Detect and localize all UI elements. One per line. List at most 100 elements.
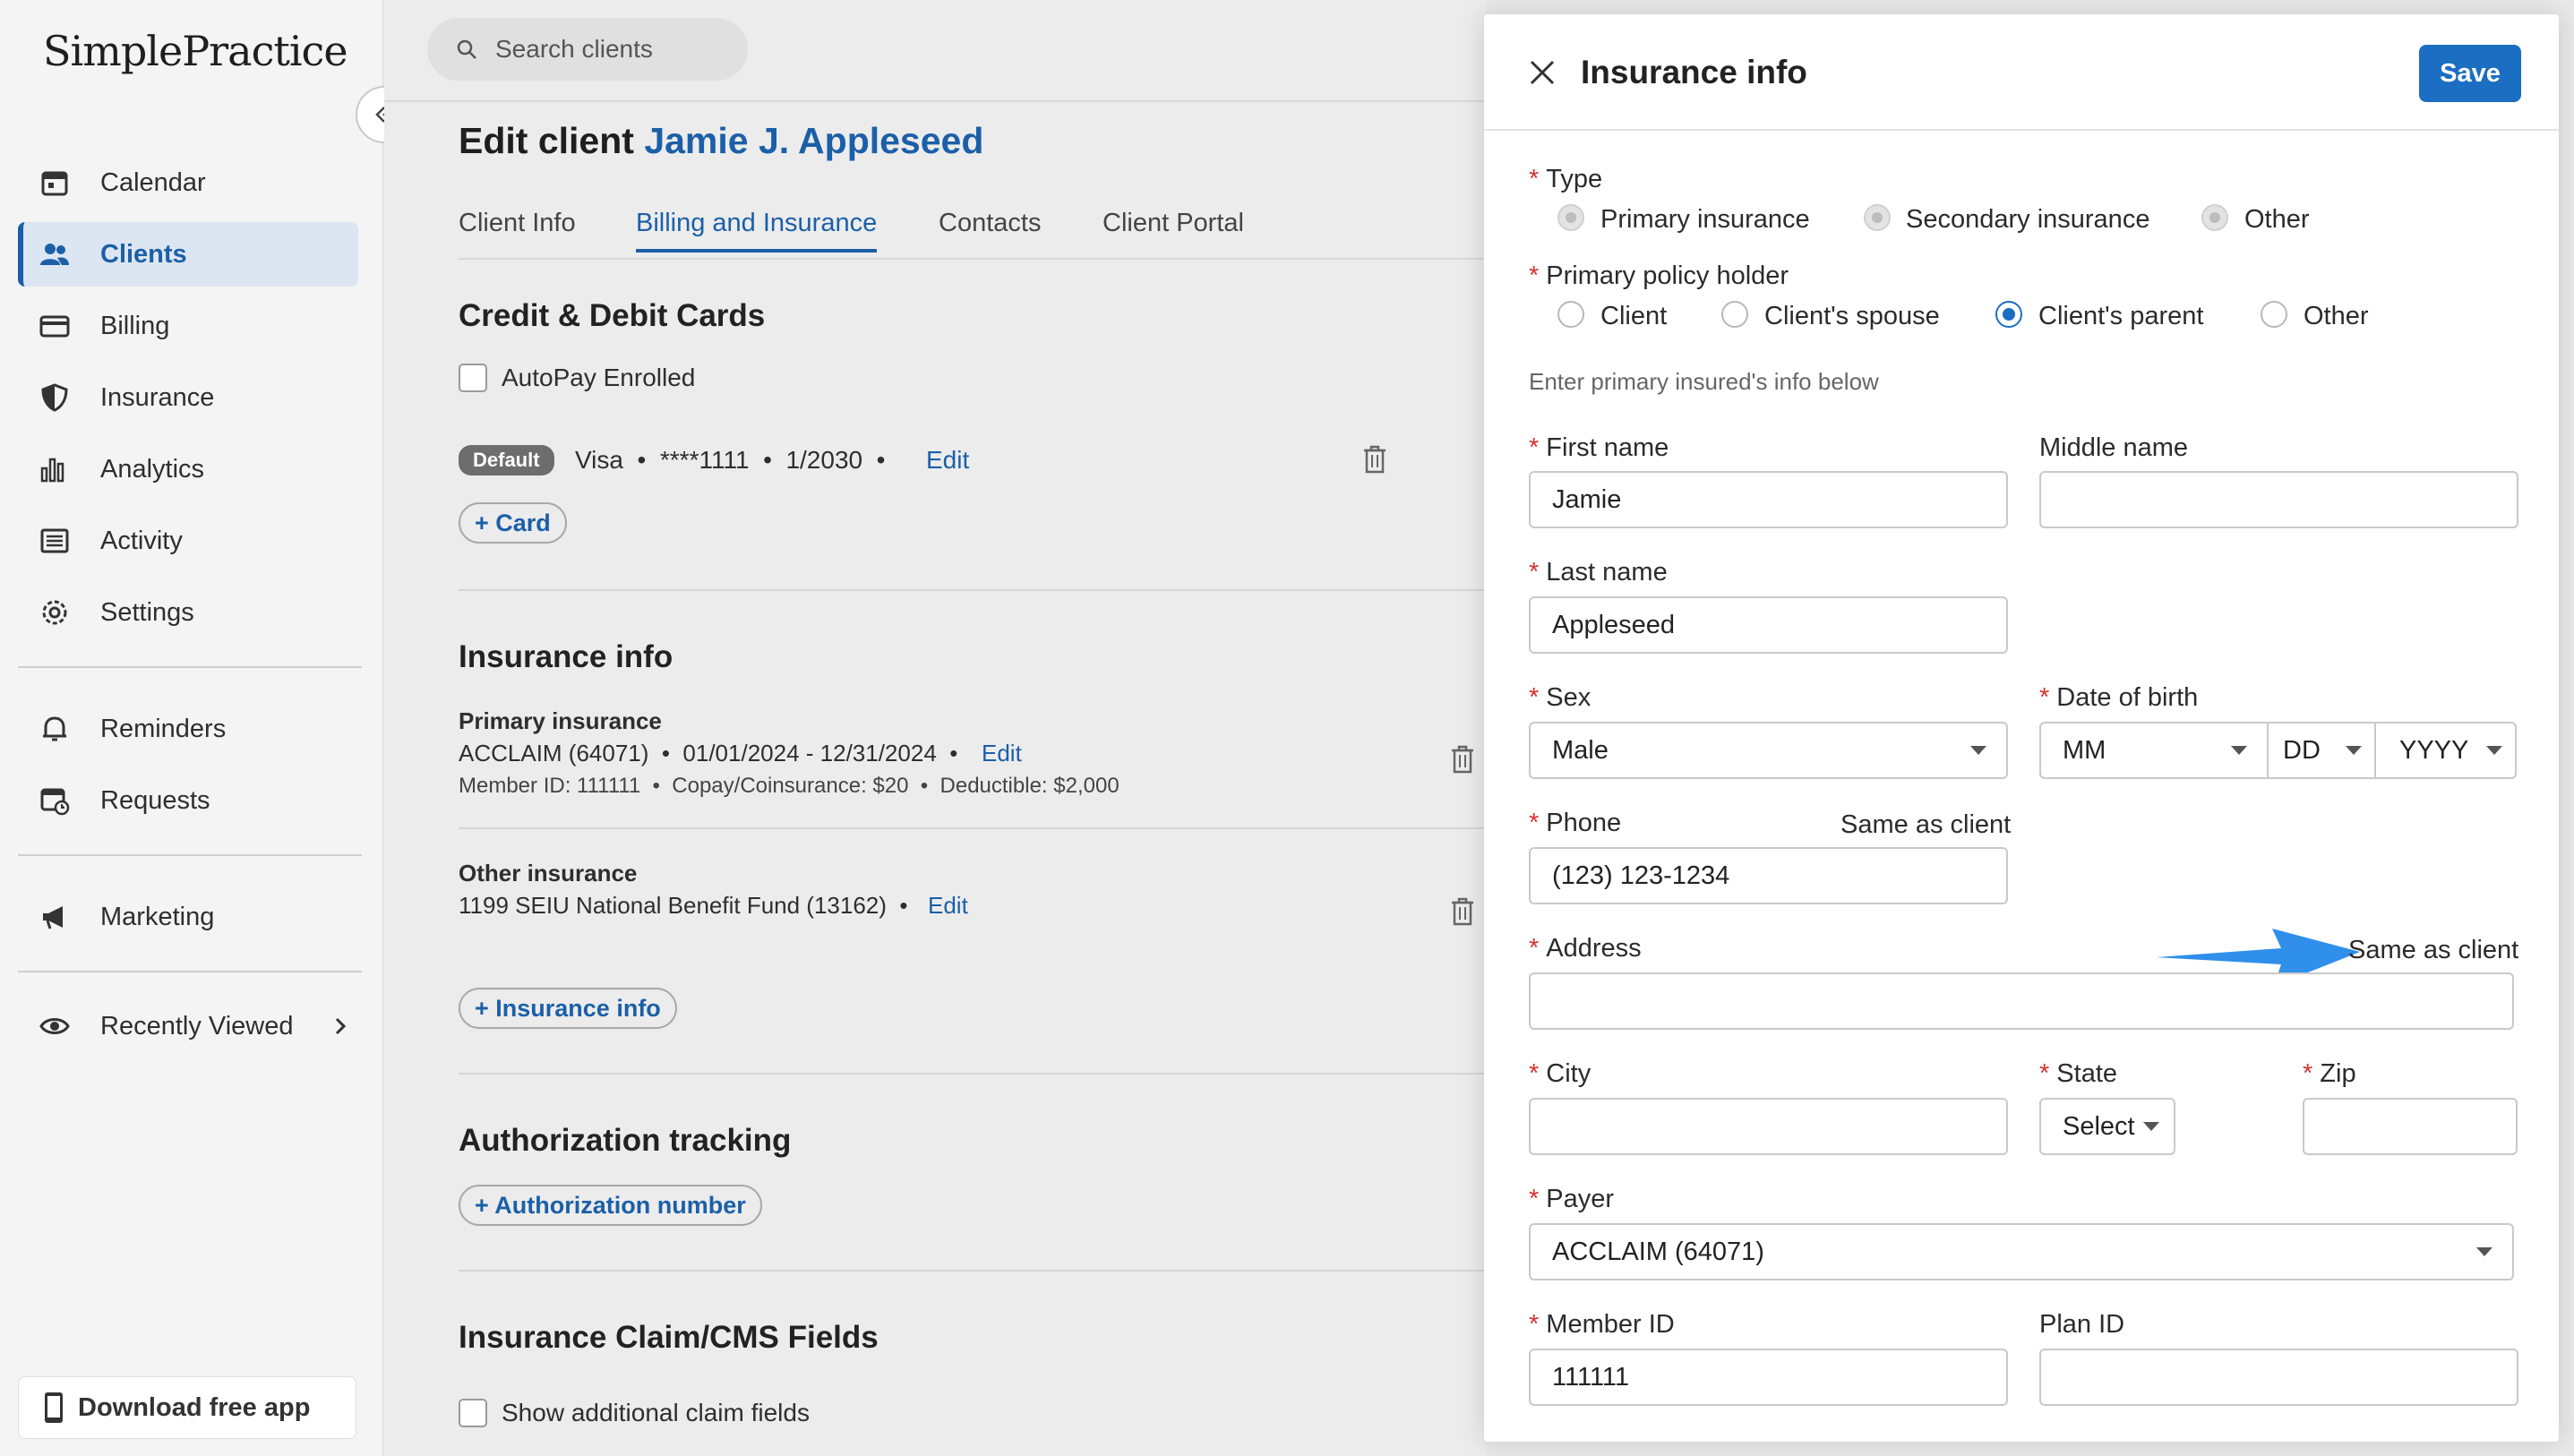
trash-icon[interactable] [1361,444,1388,475]
app-logo[interactable]: SimplePractice [43,27,348,75]
sidebar-item-label: Recently Viewed [100,1011,294,1041]
holder-other-radio[interactable] [2261,301,2287,328]
dob-year-select[interactable]: YYYY [2374,722,2517,779]
address-input[interactable] [1529,972,2514,1030]
holder-client-radio[interactable] [1557,301,1584,328]
sidebar: SimplePractice Calendar Clients Billing … [0,0,413,1456]
sidebar-item-insurance[interactable]: Insurance [18,365,358,430]
edit-primary-insurance-link[interactable]: Edit [982,740,1022,767]
zip-input[interactable] [2303,1098,2518,1155]
sex-select[interactable]: Male [1529,722,2008,779]
policy-holder-label: * Primary policy holder [1529,261,1789,290]
holder-parent-radio[interactable] [1995,301,2022,328]
phone-input[interactable]: (123) 123-1234 [1529,847,2008,904]
holder-spouse-radio[interactable] [1721,301,1748,328]
dob-year-value: YYYY [2399,735,2469,765]
tab-client-info[interactable]: Client Info [459,209,576,238]
sidebar-item-marketing[interactable]: Marketing [18,885,358,949]
add-card-button[interactable]: + Card [459,502,567,544]
holder-client-label: Client [1600,302,1668,330]
last-name-input[interactable]: Appleseed [1529,596,2008,654]
insurance-info-panel: Insurance info Save * Type Primary insura… [1484,14,2559,1442]
tab-billing-insurance[interactable]: Billing and Insurance [636,209,878,253]
page-title: Edit client Jamie J. Appleseed [459,120,983,162]
edit-other-insurance-link[interactable]: Edit [928,892,968,920]
plan-id-input[interactable] [2039,1349,2518,1406]
claim-fields-checkbox[interactable] [459,1399,487,1427]
sidebar-item-activity[interactable]: Activity [18,509,358,573]
authorization-heading: Authorization tracking [459,1123,792,1158]
state-select[interactable]: Select [2039,1098,2175,1155]
sidebar-item-analytics[interactable]: Analytics [18,437,358,501]
sidebar-item-label: Settings [100,597,194,627]
address-same-as-client-link[interactable]: Same as client [2348,936,2518,965]
dob-month-value: MM [2063,735,2106,765]
sex-label: * Sex [1529,683,1592,712]
payer-select[interactable]: ACCLAIM (64071) [1529,1223,2514,1280]
calendar-request-icon [40,788,70,816]
sidebar-divider [18,971,362,972]
sex-value: Male [1552,735,1609,765]
cards-heading: Credit & Debit Cards [459,298,766,333]
sidebar-item-calendar[interactable]: Calendar [18,150,358,215]
sidebar-item-label: Reminders [100,714,227,743]
member-id-label: * Member ID [1529,1310,1675,1339]
dob-label: * Date of birth [2039,683,2199,712]
type-secondary-radio[interactable] [1864,204,1891,231]
plan-id-label: Plan ID [2039,1310,2125,1339]
tab-client-portal[interactable]: Client Portal [1103,209,1244,238]
chevron-down-icon [2231,746,2247,755]
chevron-down-icon [2346,746,2362,755]
trash-icon[interactable] [1449,896,1476,927]
address-label: * Address [1529,934,1642,963]
sidebar-item-requests[interactable]: Requests [18,768,358,833]
other-insurance-line: 1199 SEIU National Benefit Fund (13162) … [459,892,908,919]
section-divider [459,1073,1486,1075]
default-badge: Default [459,445,554,475]
sidebar-item-recently-viewed[interactable]: Recently Viewed [18,994,358,1058]
download-app-button[interactable]: Download free app [18,1376,356,1439]
add-insurance-button[interactable]: + Insurance info [459,988,677,1029]
holder-other-label: Other [2304,302,2369,330]
member-id-input[interactable]: 111111 [1529,1349,2008,1406]
panel-title: Insurance info [1581,54,1807,90]
download-app-label: Download free app [78,1392,311,1422]
first-name-input[interactable]: Jamie [1529,471,2008,528]
card-details: Visa • ****1111 • 1/2030 • [575,446,886,474]
tab-contacts[interactable]: Contacts [939,209,1041,238]
phone-same-as-client-link[interactable]: Same as client [1840,810,2011,840]
middle-name-input[interactable] [2039,471,2518,528]
search-input[interactable]: Search clients [427,18,748,81]
type-primary-radio[interactable] [1557,204,1584,231]
sidebar-item-label: Analytics [100,454,205,484]
type-other-radio[interactable] [2201,204,2228,231]
section-divider [459,589,1486,591]
sidebar-item-billing[interactable]: Billing [18,294,358,358]
chevron-down-icon [2486,746,2502,755]
chevron-down-icon [1970,746,1986,755]
bell-icon [43,716,66,741]
client-name-link[interactable]: Jamie J. Appleseed [644,120,983,161]
dob-day-value: DD [2283,735,2321,765]
eye-icon [39,1018,70,1034]
dob-month-select[interactable]: MM [2039,722,2269,779]
trash-icon[interactable] [1449,744,1476,775]
sidebar-item-label: Clients [100,239,187,269]
holder-spouse-label: Client's spouse [1764,302,1940,330]
primary-insurance-line: ACCLAIM (64071) • 01/01/2024 - 12/31/202… [459,740,958,767]
edit-card-link[interactable]: Edit [926,446,969,475]
close-icon[interactable] [1527,57,1557,88]
gear-icon [42,600,67,625]
chevron-down-icon [2143,1122,2159,1131]
insured-info-hint: Enter primary insured's info below [1529,368,1879,395]
autopay-checkbox[interactable] [459,364,487,392]
sidebar-item-clients[interactable]: Clients [18,222,358,287]
dob-day-select[interactable]: DD [2267,722,2376,779]
city-input[interactable] [1529,1098,2008,1155]
sidebar-item-reminders[interactable]: Reminders [18,697,358,761]
sidebar-item-settings[interactable]: Settings [18,580,358,645]
state-label: * State [2039,1059,2118,1088]
tabs-divider [459,258,1486,260]
add-authorization-button[interactable]: + Authorization number [459,1185,762,1226]
save-button[interactable]: Save [2419,45,2521,102]
